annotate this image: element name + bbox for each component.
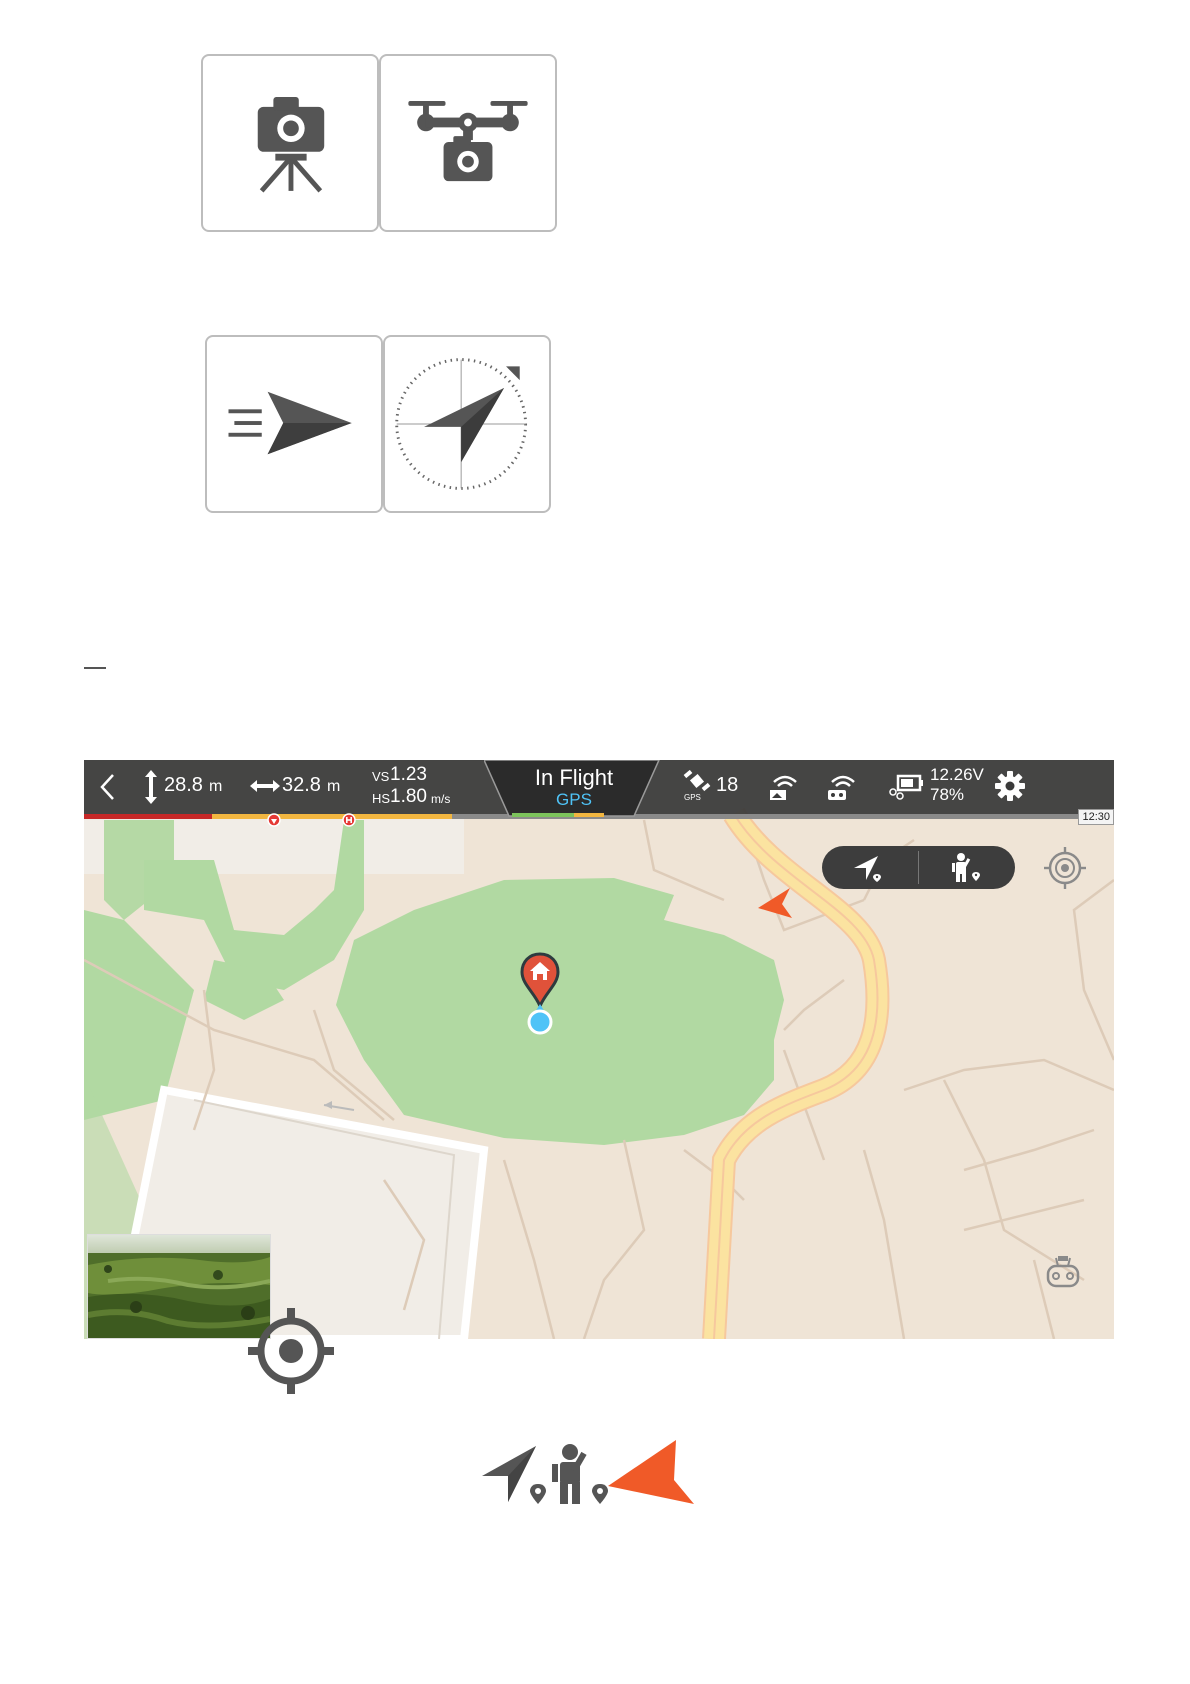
distance-icon xyxy=(250,780,280,792)
follow-aircraft-button[interactable] xyxy=(822,846,918,889)
aircraft-location-icon xyxy=(854,856,881,882)
vs-label: VS xyxy=(372,769,390,784)
vs-value: 1.23 xyxy=(390,764,427,785)
battery-percent: 78% xyxy=(930,785,965,804)
distance-unit: m xyxy=(327,778,341,795)
distance-value: 32.8 xyxy=(282,774,321,796)
flight-mode-label: GPS xyxy=(556,790,592,809)
tripod-camera-box[interactable] xyxy=(201,54,379,232)
locate-icon xyxy=(248,1308,334,1394)
drone-arrow xyxy=(758,888,792,918)
aircraft-battery-icon[interactable] xyxy=(888,772,924,800)
home-marker[interactable] xyxy=(520,952,560,1036)
separator-dash xyxy=(84,667,106,669)
drone-camera-icon xyxy=(408,100,528,182)
flight-status-panel[interactable]: In Flight GPS xyxy=(484,760,674,820)
recenter-locate-icon[interactable] xyxy=(1042,845,1088,891)
paper-plane-speed-box[interactable] xyxy=(205,335,383,513)
compass-plane-icon xyxy=(395,358,528,490)
aircraft-location-icon-large xyxy=(482,1446,546,1504)
flight-map-screen: 28.8 m 32.8 m VS 1.23 HS 1.80 m/s GPS 18 xyxy=(84,760,1114,1339)
altitude-icon xyxy=(145,770,157,804)
time-badge: 12:30 xyxy=(1078,809,1114,825)
drone-camera-box[interactable] xyxy=(379,54,557,232)
battery-critical-segment xyxy=(84,814,212,819)
hs-value: 1.80 xyxy=(390,786,427,807)
pilot-location-icon xyxy=(952,853,980,882)
return-home-threshold-marker xyxy=(342,813,356,827)
aerial-landscape-image xyxy=(88,1235,270,1338)
paper-plane-speed-icon xyxy=(228,391,352,455)
back-icon[interactable] xyxy=(98,772,118,802)
flight-state-label: In Flight xyxy=(534,765,614,790)
altitude-unit: m xyxy=(209,778,223,795)
altitude-value: 28.8 xyxy=(164,774,203,796)
map-follow-toggle xyxy=(822,846,1015,889)
speed-unit: m/s xyxy=(431,792,451,806)
battery-low-segment xyxy=(212,814,452,819)
camera-preview-thumbnail[interactable] xyxy=(87,1234,271,1339)
hs-label: HS xyxy=(372,791,391,806)
image-transmission-signal-icon[interactable] xyxy=(768,770,802,802)
tripod-camera-icon xyxy=(257,97,325,193)
drone-arrow-icon xyxy=(608,1440,694,1504)
remote-controller-location-icon[interactable] xyxy=(1042,1250,1084,1292)
gps-satellite-count: 18 xyxy=(716,774,739,796)
follow-pilot-button[interactable] xyxy=(919,846,1015,889)
settings-gear-icon[interactable] xyxy=(994,770,1026,802)
landing-threshold-marker xyxy=(267,813,281,827)
gps-label: GPS xyxy=(684,793,701,802)
compass-plane-box[interactable] xyxy=(383,335,551,513)
battery-voltage: 12.26V xyxy=(930,765,984,784)
remote-controller-signal-icon[interactable] xyxy=(826,770,860,802)
